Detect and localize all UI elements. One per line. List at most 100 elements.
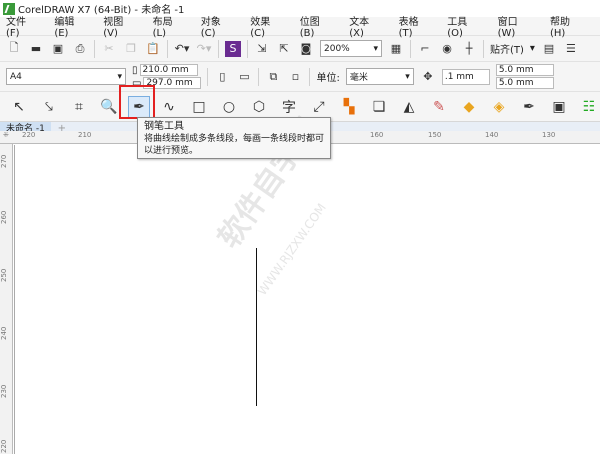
crop-tool-icon[interactable]: ⌗ [68,96,90,118]
chevron-down-icon[interactable]: ▾ [530,43,535,54]
show-grid-icon[interactable]: ◉ [439,41,455,57]
rectangle-tool-icon[interactable]: □ [188,96,210,118]
divider [309,67,311,86]
divider [410,39,411,58]
chevron-down-icon: ▾ [405,71,410,82]
ruler-label: 130 [542,131,556,139]
transparency-tool-icon[interactable]: ◭ [398,96,420,118]
ellipse-tool-icon[interactable]: ○ [218,96,240,118]
nudge-distance-input[interactable]: .1 mm [441,68,490,85]
ruler-label: 220 [0,439,8,453]
menu-layout[interactable]: 布局(L) [153,13,185,39]
menu-table[interactable]: 表格(T) [399,13,432,39]
eyedropper-tool-icon[interactable]: ✎ [428,96,450,118]
unit-value: 毫米 [349,73,368,83]
export-icon[interactable]: ⇱ [276,41,292,57]
page-size-value: A4 [10,71,22,82]
ruler-label: 270 [0,154,8,168]
menu-tools[interactable]: 工具(O) [447,13,481,39]
open-icon[interactable]: ▬ [28,41,44,57]
chevron-down-icon: ▾ [117,71,122,82]
connector-tool-icon[interactable]: ▚ [338,96,360,118]
landscape-icon[interactable]: ▭ [236,69,252,85]
menu-view[interactable]: 视图(V) [103,13,136,39]
tooltip-title: 钢笔工具 [144,121,184,132]
vertical-ruler[interactable]: 270 260 250 240 230 220 [0,144,13,454]
outline-pen-icon[interactable]: ✒ [518,96,540,118]
fill-dialog-icon[interactable]: ▣ [548,96,570,118]
ruler-label: 150 [428,131,442,139]
freehand-tool-icon[interactable]: ∿ [158,96,180,118]
import-icon[interactable]: ⇲ [254,41,270,57]
drawn-line[interactable] [256,248,257,406]
cut-icon[interactable]: ✂ [101,41,117,57]
portrait-icon[interactable]: ▯ [214,69,230,85]
interactive-fill-tool-icon[interactable]: ◆ [458,96,480,118]
pen-tool-highlight [119,85,155,119]
nudge-icon: ✥ [423,70,433,83]
coreldraw-logo-icon [3,2,15,15]
ruler-label: 240 [0,326,8,340]
menu-window[interactable]: 窗口(W) [498,13,534,39]
ruler-label: 140 [485,131,499,139]
page-width-input[interactable]: 210.0 mm [139,64,198,76]
divider [483,39,484,58]
all-pages-icon[interactable]: ⧉ [265,69,281,85]
pick-tool-icon[interactable]: ↖ [8,96,30,118]
menu-file[interactable]: 文件(F) [6,13,38,39]
current-page-icon[interactable]: ▫ [287,69,303,85]
smart-fill-tool-icon[interactable]: ◈ [488,96,510,118]
paste-icon[interactable]: 📋 [145,41,161,57]
snap-to-button[interactable]: 贴齐(T) [490,41,524,56]
object-properties-icon[interactable]: ☷ [578,96,600,118]
shape-tool-icon[interactable]: ⤥ [38,96,60,118]
menu-effects[interactable]: 效果(C) [250,13,284,39]
zoom-level-select[interactable]: 200% ▾ [320,40,382,57]
units-select[interactable]: 毫米 ▾ [345,68,414,85]
full-screen-preview-icon[interactable]: ▦ [388,41,404,57]
drop-shadow-tool-icon[interactable]: ❏ [368,96,390,118]
menu-edit[interactable]: 编辑(E) [54,13,87,39]
duplicate-x-input[interactable]: 5.0 mm [495,64,554,76]
polygon-tool-icon[interactable]: ⬡ [248,96,270,118]
publish-pdf-icon[interactable]: ◙ [298,41,314,57]
dimension-tool-icon[interactable]: ⤢ [308,96,330,118]
chevron-down-icon: ▾ [373,43,378,54]
drawing-canvas[interactable] [14,145,600,454]
unit-label: 单位: [316,73,340,84]
new-document-icon[interactable]: 🗋 [6,41,22,57]
menu-text[interactable]: 文本(X) [349,13,382,39]
menu-bitmaps[interactable]: 位图(B) [300,13,333,39]
ruler-label: 260 [0,210,8,224]
redo-icon[interactable]: ↷▾ [196,41,212,57]
show-rulers-icon[interactable]: ⌐ [417,41,433,57]
divider [167,39,168,58]
show-guidelines-icon[interactable]: ┼ [461,41,477,57]
divider [258,67,260,86]
ruler-label: 220 [22,131,36,139]
menu-bar: 文件(F) 编辑(E) 视图(V) 布局(L) 对象(C) 效果(C) 位图(B… [0,17,600,39]
save-icon[interactable]: ▣ [50,41,66,57]
duplicate-y-input[interactable]: 5.0 mm [495,77,554,89]
width-icon: ▯ [132,64,138,76]
copy-icon[interactable]: ❐ [123,41,139,57]
tooltip-description: 将曲线绘制成多条线段，每画一条线段时都可以进行预览。 [144,134,325,156]
ruler-label: 160 [370,131,384,139]
options-icon[interactable]: ▤ [541,41,557,57]
divider [247,39,248,58]
corel-connect-icon[interactable]: S [225,40,241,57]
application-launcher-icon[interactable]: ☰ [563,41,579,57]
ruler-label: 230 [0,384,8,398]
divider [94,39,95,58]
menu-help[interactable]: 帮助(H) [550,13,584,39]
menu-object[interactable]: 对象(C) [201,13,235,39]
print-icon[interactable]: ⎙ [72,41,88,57]
page-size-select[interactable]: A4 ▾ [6,68,126,85]
divider [218,39,219,58]
ruler-origin-icon[interactable]: ⁜ [3,131,9,139]
undo-icon[interactable]: ↶▾ [174,41,190,57]
zoom-tool-icon[interactable]: 🔍 [98,96,120,118]
property-bar: A4 ▾ ▯ 210.0 mm ▭ 297.0 mm ▯ ▭ ⧉ ▫ 单位: 毫米 ▾ … [0,61,600,91]
divider [207,67,209,86]
zoom-value: 200% [324,43,350,54]
